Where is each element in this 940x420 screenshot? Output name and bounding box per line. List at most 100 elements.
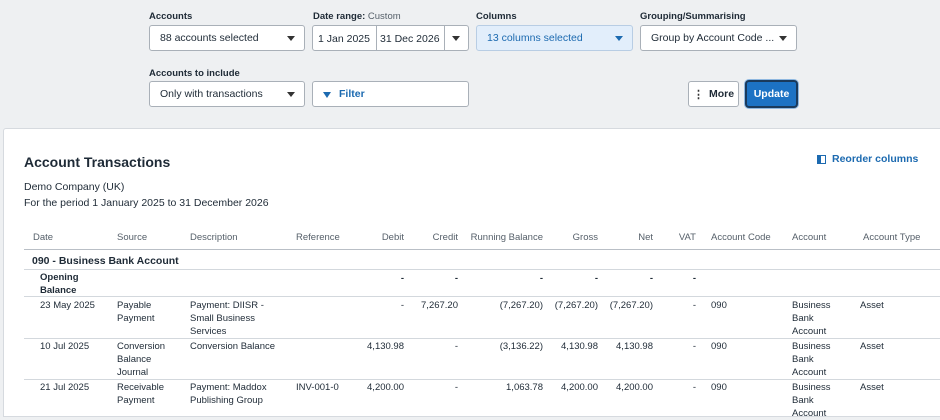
row-divider: [24, 269, 940, 270]
date-divider: [444, 26, 445, 50]
chevron-down-icon: [287, 36, 295, 41]
row-description: Payment: DIISR - Small Business Services: [190, 300, 264, 337]
column-header-debit[interactable]: Debit: [354, 232, 404, 243]
opening-vat: -: [692, 273, 696, 284]
row-credit: -: [454, 382, 458, 393]
column-header-reference[interactable]: Reference: [296, 232, 340, 243]
column-header-running-balance[interactable]: Running Balance: [464, 232, 543, 243]
filter-label: Filter: [339, 88, 365, 100]
row-account-code: 090: [711, 300, 727, 311]
report-filters: Accounts 88 accounts selected Date range…: [0, 0, 940, 128]
columns-icon: [817, 154, 826, 164]
column-header-account[interactable]: Account: [792, 232, 826, 243]
row-debit: 4,130.98: [367, 341, 404, 352]
row-account-code: 090: [711, 341, 727, 352]
row-gross: 4,200.00: [561, 382, 598, 393]
row-account-type: Asset: [860, 300, 884, 311]
row-date: 21 Jul 2025: [40, 382, 90, 393]
row-net: (7,267.20): [609, 300, 653, 311]
row-account[interactable]: Business Bank Account: [792, 299, 831, 338]
end-date-input[interactable]: 31 Dec 2026: [380, 33, 440, 45]
row-credit: 7,267.20: [421, 300, 458, 311]
date-divider: [376, 26, 377, 50]
row-debit: 4,200.00: [367, 382, 404, 393]
row-divider: [24, 296, 940, 297]
row-account-type: Asset: [860, 341, 884, 352]
row-divider: [24, 379, 940, 380]
start-date-input[interactable]: 1 Jan 2025: [318, 33, 370, 45]
accounts-value: 88 accounts selected: [160, 32, 259, 44]
row-debit: -: [400, 300, 404, 311]
row-running-balance: (3,136.22): [499, 341, 543, 352]
row-gross: (7,267.20): [554, 300, 598, 311]
chevron-down-icon: [615, 36, 623, 41]
column-header-credit[interactable]: Credit: [409, 232, 458, 243]
row-date: 10 Jul 2025: [40, 341, 90, 352]
date-range-sublabel: Custom: [367, 11, 401, 22]
column-header-date[interactable]: Date: [33, 232, 53, 243]
more-label: More: [708, 88, 735, 100]
header-divider: [24, 249, 940, 250]
column-header-gross[interactable]: Gross: [548, 232, 598, 243]
accounts-label: Accounts: [149, 11, 193, 22]
row-credit: -: [454, 341, 458, 352]
more-vertical-icon: ⋮: [692, 88, 704, 101]
row-description: Payment: Maddox Publishing Group: [190, 382, 267, 406]
column-header-description[interactable]: Description: [190, 232, 238, 243]
accounts-select[interactable]: 88 accounts selected: [149, 25, 305, 51]
date-range-label-text: Date range:: [313, 11, 366, 22]
column-header-net[interactable]: Net: [604, 232, 653, 243]
row-account-code: 090: [711, 382, 727, 393]
section-title: 090 - Business Bank Account: [32, 255, 179, 267]
row-divider: [24, 338, 940, 339]
grouping-select[interactable]: Group by Account Code ...: [640, 25, 797, 51]
opening-net: -: [649, 273, 653, 284]
grouping-value: Group by Account Code ...: [651, 32, 775, 44]
row-gross: 4,130.98: [561, 341, 598, 352]
columns-select[interactable]: 13 columns selected: [476, 25, 633, 51]
report-period: For the period 1 January 2025 to 31 Dece…: [24, 197, 269, 209]
filter-icon: [323, 92, 331, 98]
company-name: Demo Company (UK): [24, 181, 125, 193]
date-range-control: 1 Jan 2025 31 Dec 2026: [312, 25, 469, 51]
row-description: Conversion Balance: [190, 341, 276, 352]
column-header-account-code[interactable]: Account Code: [711, 232, 771, 243]
row-running-balance: (7,267.20): [499, 300, 543, 311]
chevron-down-icon: [287, 92, 295, 97]
row-account[interactable]: Business Bank Account: [792, 381, 831, 420]
more-button[interactable]: ⋮ More: [688, 81, 739, 107]
row-vat: -: [692, 382, 696, 393]
chevron-down-icon: [779, 36, 787, 41]
row-account-type: Asset: [860, 382, 884, 393]
columns-value: 13 columns selected: [487, 32, 583, 44]
opening-label-line1: Opening: [40, 272, 79, 283]
row-vat: -: [692, 300, 696, 311]
accounts-include-select[interactable]: Only with transactions: [149, 81, 305, 107]
opening-gross: -: [594, 273, 598, 284]
row-net: 4,130.98: [616, 341, 653, 352]
column-header-source[interactable]: Source: [117, 232, 147, 243]
update-button[interactable]: Update: [745, 80, 798, 108]
opening-debit: -: [400, 273, 404, 284]
reorder-columns-label: Reorder columns: [832, 153, 919, 165]
row-vat: -: [692, 341, 696, 352]
accounts-include-label: Accounts to include: [149, 68, 240, 79]
filter-button[interactable]: Filter: [312, 81, 469, 107]
row-source: Receivable Payment: [117, 382, 164, 406]
opening-credit: -: [454, 273, 458, 284]
columns-label: Columns: [476, 11, 517, 22]
row-net: 4,200.00: [616, 382, 653, 393]
column-header-vat[interactable]: VAT: [659, 232, 696, 243]
column-header-account-type[interactable]: Account Type: [863, 232, 920, 243]
row-source: Conversion Balance Journal: [117, 341, 166, 378]
opening-running-balance: -: [539, 273, 543, 284]
report-panel: Account Transactions Reorder columns Dem…: [3, 128, 940, 420]
reorder-columns-button[interactable]: Reorder columns: [817, 153, 918, 165]
date-range-chevron-down-icon[interactable]: [452, 36, 460, 41]
row-date: 23 May 2025: [40, 300, 95, 311]
date-range-label: Date range: Custom: [313, 11, 401, 22]
row-source: Payable Payment: [117, 300, 155, 324]
accounts-include-value: Only with transactions: [160, 88, 263, 100]
row-account[interactable]: Business Bank Account: [792, 340, 831, 379]
report-title: Account Transactions: [24, 154, 171, 170]
